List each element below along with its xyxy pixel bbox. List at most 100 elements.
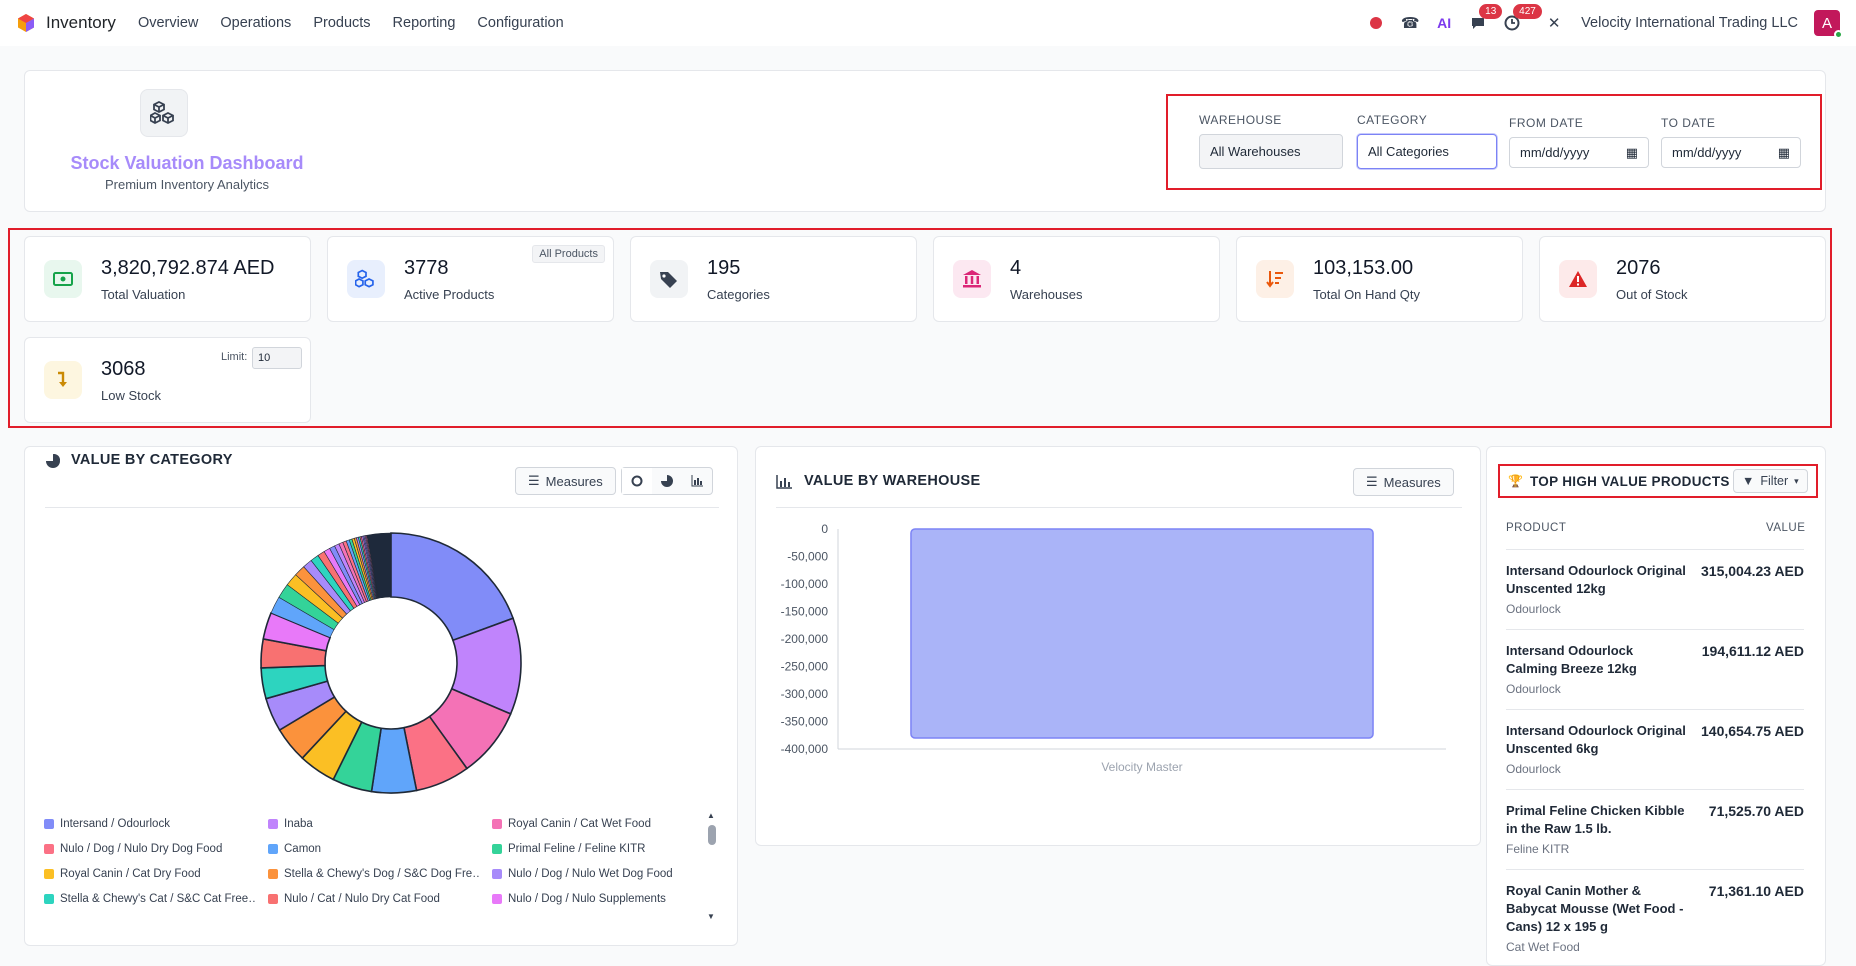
product-row[interactable]: Primal Feline Chicken Kibble in the Raw … xyxy=(1506,789,1804,869)
product-name[interactable]: Primal Feline Chicken Kibble in the Raw … xyxy=(1506,802,1686,838)
product-name[interactable]: Intersand Odourlock Original Unscented 6… xyxy=(1506,722,1686,758)
measures-label: Measures xyxy=(545,473,603,489)
to-date-label: TO DATE xyxy=(1661,116,1716,130)
value-by-warehouse-panel: VALUE BY WAREHOUSE ☰ Measures 0 -50,000 -10… xyxy=(755,446,1481,846)
kpi-categories[interactable]: 195 Categories xyxy=(630,236,917,322)
limit-input[interactable]: 10 xyxy=(252,347,302,369)
warehouse-select[interactable]: All Warehouses xyxy=(1199,134,1343,169)
recording-icon[interactable] xyxy=(1365,12,1387,34)
product-name[interactable]: Intersand Odourlock Calming Breeze 12kg xyxy=(1506,642,1686,678)
measures-label: Measures xyxy=(1383,474,1441,490)
legend-item[interactable]: Nulo / Dog / Nulo Wet Dog Food xyxy=(492,868,704,880)
category-doughnut-chart[interactable] xyxy=(251,523,531,803)
dashboard-title: Stock Valuation Dashboard xyxy=(70,153,304,173)
legend-label: Royal Canin / Cat Dry Food xyxy=(60,868,201,880)
product-row[interactable]: Intersand Odourlock Original Unscented 6… xyxy=(1506,709,1804,789)
kpi-label: Total On Hand Qty xyxy=(1313,287,1420,302)
legend-label: Stella & Chewy's Cat / S&C Cat Free… xyxy=(60,893,256,905)
legend-swatch xyxy=(44,894,54,904)
measures-button[interactable]: ☰ Measures xyxy=(1353,468,1454,496)
kpi-out-of-stock[interactable]: 2076 Out of Stock xyxy=(1539,236,1826,322)
legend-item[interactable]: Nulo / Dog / Nulo Dry Dog Food xyxy=(44,843,256,855)
kpi-total-valuation[interactable]: 3,820,792.874 AED Total Valuation xyxy=(24,236,311,322)
pie-chart-icon[interactable] xyxy=(652,468,682,494)
category-select[interactable]: All Categories xyxy=(1357,134,1497,169)
kpi-label: Active Products xyxy=(404,287,495,302)
calendar-icon[interactable]: ▦ xyxy=(1626,145,1638,161)
x-category-label: Velocity Master xyxy=(1101,760,1182,774)
online-status-dot xyxy=(1834,30,1843,39)
bar[interactable] xyxy=(910,528,1374,739)
phone-icon[interactable]: ☎ xyxy=(1399,12,1421,34)
ai-icon[interactable]: AI xyxy=(1433,12,1455,34)
category-label: CATEGORY xyxy=(1357,113,1428,127)
user-avatar[interactable]: A xyxy=(1814,10,1843,39)
kpi-value: 3068 xyxy=(101,358,146,380)
legend-label: Royal Canin / Cat Wet Food xyxy=(508,818,651,830)
menu-operations[interactable]: Operations xyxy=(220,15,291,31)
legend-scrollbar[interactable]: ▲ ▼ xyxy=(707,811,717,921)
app-name[interactable]: Inventory xyxy=(46,13,116,33)
tools-icon[interactable]: ✕ xyxy=(1543,12,1565,34)
product-category: Odourlock xyxy=(1506,762,1561,776)
all-products-tag[interactable]: All Products xyxy=(532,245,605,263)
menu-reporting[interactable]: Reporting xyxy=(393,15,456,31)
legend-item[interactable]: Nulo / Dog / Nulo Supplements xyxy=(492,893,704,905)
database-icon: ☰ xyxy=(1366,474,1378,489)
product-value: 315,004.23 AED xyxy=(1701,563,1804,579)
legend-item[interactable]: Royal Canin / Cat Dry Food xyxy=(44,868,256,880)
doughnut-chart-icon[interactable] xyxy=(622,468,652,494)
inventory-app-icon[interactable] xyxy=(16,13,36,33)
kpi-label: Warehouses xyxy=(1010,287,1083,302)
bar-chart-icon[interactable] xyxy=(682,468,712,494)
panel-title: TOP HIGH VALUE PRODUCTS xyxy=(1530,474,1730,489)
legend-swatch xyxy=(44,869,54,879)
legend-label: Camon xyxy=(284,843,322,855)
legend-item[interactable]: Royal Canin / Cat Wet Food xyxy=(492,818,704,830)
product-row[interactable]: Intersand Odourlock Original Unscented 1… xyxy=(1506,549,1804,629)
kpi-active-products[interactable]: 3778 Active Products All Products xyxy=(327,236,614,322)
legend-item[interactable]: Primal Feline / Feline KITR xyxy=(492,843,704,855)
warehouse-bar-chart[interactable]: 0 -50,000 -100,000 -150,000 -200,000 -250,000… xyxy=(756,515,1482,775)
legend-label: Nulo / Dog / Nulo Dry Dog Food xyxy=(60,843,223,855)
menu-products[interactable]: Products xyxy=(313,15,370,31)
kpi-warehouses[interactable]: 4 Warehouses xyxy=(933,236,1220,322)
product-name[interactable]: Royal Canin Mother & Babycat Mousse (Wet… xyxy=(1506,882,1686,936)
database-icon: ☰ xyxy=(528,473,540,488)
chat-icon[interactable]: 13 xyxy=(1467,4,1503,34)
cubes-icon xyxy=(140,89,188,137)
legend-item[interactable]: Intersand / Odourlock xyxy=(44,818,256,830)
menu-configuration[interactable]: Configuration xyxy=(477,15,563,31)
legend-item[interactable]: Inaba xyxy=(268,818,480,830)
calendar-icon[interactable]: ▦ xyxy=(1778,145,1790,161)
legend-item[interactable]: Stella & Chewy's Cat / S&C Cat Free… xyxy=(44,893,256,905)
legend-item[interactable]: Stella & Chewy's Dog / S&C Dog Fre… xyxy=(268,868,480,880)
company-switcher[interactable]: Velocity International Trading LLC xyxy=(1581,15,1798,31)
legend-item[interactable]: Camon xyxy=(268,843,480,855)
legend-label: Intersand / Odourlock xyxy=(60,818,170,830)
kpi-low-stock[interactable]: 3068 Low Stock Limit: 10 xyxy=(24,337,311,423)
top-navbar: Inventory Overview Operations Products R… xyxy=(0,0,1856,46)
kpi-value: 3778 xyxy=(404,257,449,279)
product-name[interactable]: Intersand Odourlock Original Unscented 1… xyxy=(1506,562,1686,598)
filter-dropdown[interactable]: ▼ Filter ▾ xyxy=(1733,469,1808,493)
legend-label: Stella & Chewy's Dog / S&C Dog Fre… xyxy=(284,868,480,880)
from-date-input[interactable]: mm/dd/yyyy ▦ xyxy=(1509,137,1649,168)
measures-button[interactable]: ☰ Measures xyxy=(515,467,616,495)
avatar-letter: A xyxy=(1821,14,1832,32)
y-tick-label: -400,000 xyxy=(781,742,829,756)
kpi-on-hand-qty[interactable]: 103,153.00 Total On Hand Qty xyxy=(1236,236,1523,322)
activity-clock-icon[interactable]: 427 xyxy=(1501,4,1542,34)
kpi-value: 195 xyxy=(707,257,741,279)
warehouse-label: WAREHOUSE xyxy=(1199,113,1282,127)
legend-item[interactable]: Nulo / Cat / Nulo Dry Cat Food xyxy=(268,893,480,905)
y-tick-label: -50,000 xyxy=(787,550,828,564)
to-date-input[interactable]: mm/dd/yyyy ▦ xyxy=(1661,137,1801,168)
filter-icon: ▼ xyxy=(1742,474,1755,488)
sort-amount-down-icon xyxy=(1256,260,1294,298)
scroll-thumb[interactable] xyxy=(708,825,716,845)
category-legend: Intersand / Odourlock Inaba Royal Canin / … xyxy=(44,818,708,918)
menu-overview[interactable]: Overview xyxy=(138,15,198,31)
product-row[interactable]: Royal Canin Mother & Babycat Mousse (Wet… xyxy=(1506,869,1804,954)
product-row[interactable]: Intersand Odourlock Calming Breeze 12kg O… xyxy=(1506,629,1804,709)
